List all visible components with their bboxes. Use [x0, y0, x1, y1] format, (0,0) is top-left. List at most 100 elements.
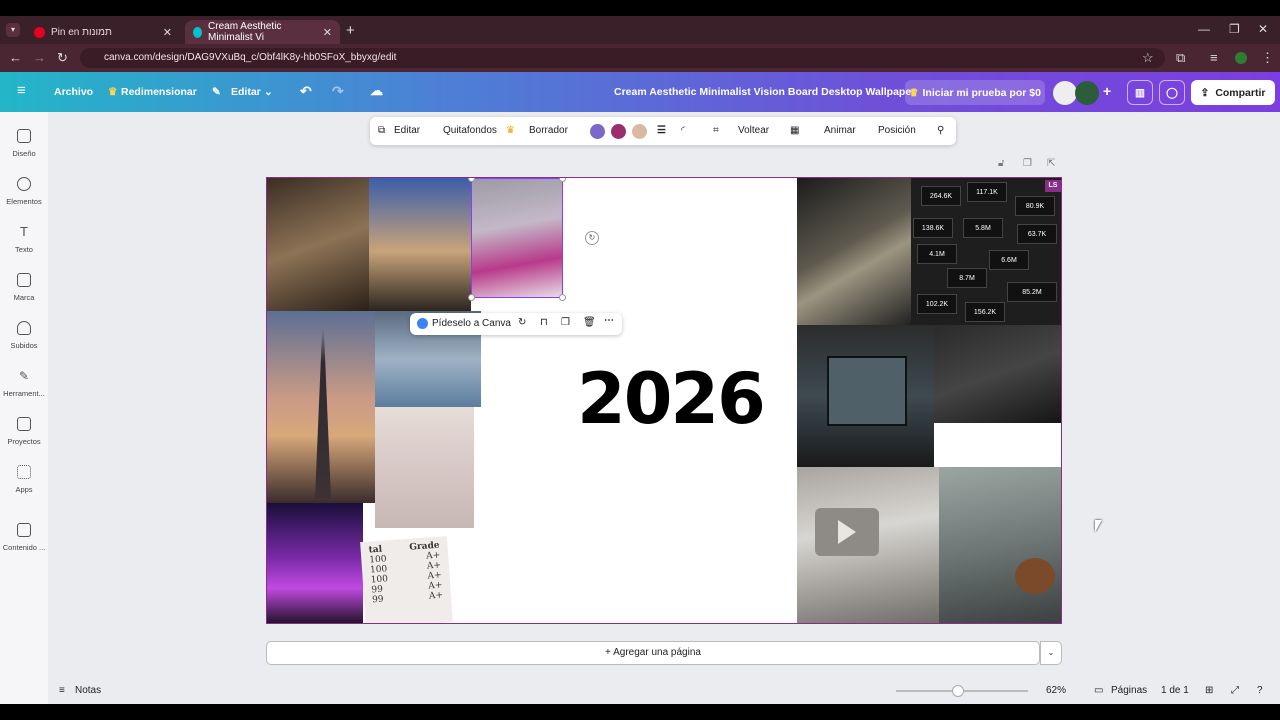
ask-canva-button[interactable]: Pídeselo a Canva [432, 318, 511, 329]
collaborator-avatar[interactable] [1053, 81, 1077, 105]
sidebar-item-apps[interactable]: Apps [0, 465, 48, 494]
resize-handle[interactable] [559, 178, 566, 182]
browser-menu-icon[interactable]: ⋮ [1261, 50, 1274, 66]
notes-button[interactable]: Notas [75, 685, 101, 696]
lock-icon[interactable]: ⊓ [540, 317, 548, 328]
cloud-save-icon[interactable]: ☁ [370, 83, 383, 99]
zoom-level[interactable]: 62% [1046, 685, 1066, 696]
sidebar-item-label: Elementos [6, 197, 42, 206]
stat-value: 138.6K [921, 225, 945, 232]
photo-camera[interactable] [934, 325, 1061, 423]
eraser-button[interactable]: Borrador [529, 125, 568, 136]
sidebar-item-design[interactable]: Diseño [0, 129, 48, 158]
share-button[interactable]: ⇪ Compartir [1191, 80, 1275, 105]
minimize-icon[interactable]: — [1198, 22, 1210, 36]
resize-handle[interactable] [468, 294, 475, 301]
resize-button[interactable]: Redimensionar [121, 86, 197, 98]
sidebar-item-label: Subidos [10, 341, 38, 350]
close-tab-icon[interactable]: ✕ [323, 26, 332, 39]
start-trial-button[interactable]: ♛ Iniciar mi prueba por $0 [905, 80, 1045, 105]
sidebar-item-brand[interactable]: Marca [0, 273, 48, 302]
undo-icon[interactable]: ↶ [300, 83, 312, 100]
add-page-icon[interactable]: ⇱ [1047, 158, 1055, 169]
tab-search-icon[interactable]: ▾ [6, 23, 20, 37]
crown-icon: ♛ [909, 86, 919, 99]
photo-money-bag[interactable] [797, 178, 911, 325]
url-field[interactable]: canva.com/design/DAG9VXuBq_c/Obf4lK8y-hb… [80, 48, 1165, 68]
photo-play-button-cake[interactable] [939, 467, 1061, 623]
hamburger-menu-icon[interactable]: ≡ [17, 82, 26, 99]
border-style-icon[interactable]: ☰ [657, 125, 666, 136]
redo-icon[interactable]: ↷ [332, 83, 344, 100]
more-options-icon[interactable]: ⋯ [604, 315, 614, 326]
pencil-icon: ✎ [212, 86, 221, 98]
tab-pinterest[interactable]: Pin en תמונות ✕ [26, 20, 180, 44]
animate-button[interactable]: Animar [824, 125, 856, 136]
position-button[interactable]: Posición [878, 125, 916, 136]
design-title[interactable]: Cream Aesthetic Minimalist Vision Board … [614, 86, 915, 98]
photo-grades[interactable]: tal Grade 100 A+ 100 A+ 100 A+ 99 A+ 99 A+ [360, 536, 453, 623]
delete-icon[interactable]: 🗑︎ [583, 317, 596, 328]
reload-icon[interactable]: ↻ [57, 50, 68, 66]
help-icon[interactable]: ? [1257, 685, 1263, 696]
sidebar-item-uploads[interactable]: Subidos [0, 321, 48, 350]
flip-button[interactable]: Voltear [738, 125, 769, 136]
crop-icon[interactable]: ⌗ [713, 125, 719, 136]
back-icon[interactable]: ← [9, 50, 22, 65]
sidebar-item-tools[interactable]: ✎ Herrament... [0, 369, 48, 398]
bookmark-star-icon[interactable]: ☆ [1142, 50, 1154, 66]
add-collaborator-icon[interactable]: + [1103, 83, 1111, 99]
extensions-icon[interactable]: ⧉ [1176, 50, 1185, 66]
duplicate-icon[interactable]: ❐ [561, 317, 570, 328]
copy-style-icon[interactable]: ⚲ [937, 125, 944, 136]
sidebar-item-content[interactable]: Contenido ... [0, 523, 48, 552]
photo-concert[interactable] [267, 503, 363, 623]
duplicate-page-icon[interactable]: ❐ [1023, 158, 1032, 169]
transparency-icon[interactable]: ▦ [790, 125, 800, 136]
close-window-icon[interactable]: ✕ [1258, 22, 1268, 36]
color-swatch-2[interactable] [611, 124, 626, 139]
design-canvas[interactable]: tal Grade 100 A+ 100 A+ 100 A+ 99 A+ 99 A+ 202… [266, 177, 1062, 624]
add-page-button[interactable]: + Agregar una página [266, 641, 1040, 665]
regenerate-icon[interactable]: ↻ [518, 317, 526, 328]
pages-button[interactable]: Páginas [1111, 685, 1147, 696]
file-menu[interactable]: Archivo [54, 86, 93, 98]
color-swatch-3[interactable] [632, 124, 647, 139]
insights-icon[interactable]: ▥ [1127, 80, 1153, 105]
sidebar-item-projects[interactable]: Proyectos [0, 417, 48, 446]
editor-footer: ≡ Notas 62% ▭ Páginas 1 de 1 ⊞ ⤢ ? [48, 678, 1280, 704]
background-remover-button[interactable]: Quitafondos [443, 125, 497, 136]
lock-icon[interactable]: 🔓︎ [998, 158, 1004, 169]
tab-canva[interactable]: Cream Aesthetic Minimalist Vi ✕ [185, 20, 340, 44]
close-tab-icon[interactable]: ✕ [163, 26, 172, 39]
resize-handle[interactable] [559, 294, 566, 301]
maximize-icon[interactable]: ❐ [1229, 22, 1240, 36]
color-swatch-1[interactable] [590, 124, 605, 139]
comment-icon[interactable]: ◯ [1159, 80, 1185, 105]
new-tab-icon[interactable]: + [346, 22, 355, 39]
sidebar-item-label: Marca [13, 293, 35, 302]
sidebar-item-elements[interactable]: Elementos [0, 177, 48, 206]
edit-mode-button[interactable]: Editar [231, 86, 261, 98]
corner-rounding-icon[interactable]: ◜ [681, 125, 685, 136]
chevron-down-icon[interactable]: ⌄ [1040, 641, 1062, 665]
photo-money-hand[interactable] [267, 178, 369, 311]
edit-image-icon: ⧉ [378, 125, 386, 136]
stat-card: 264.6K [921, 186, 961, 206]
fullscreen-icon[interactable]: ⤢ [1231, 685, 1239, 696]
zoom-slider-thumb[interactable] [952, 685, 964, 697]
stat-value: 80.9K [1025, 203, 1045, 210]
text-icon: T [20, 224, 28, 239]
photo-airport[interactable] [369, 178, 471, 311]
photo-pilates[interactable] [375, 407, 474, 528]
sidebar-item-text[interactable]: T Texto [0, 224, 48, 255]
rotate-icon[interactable]: ↻ [585, 231, 599, 245]
edit-image-button[interactable]: Editar [394, 125, 420, 136]
profile-avatar[interactable] [1235, 52, 1247, 64]
year-heading[interactable]: 2026 [577, 358, 766, 440]
chevron-down-icon: ⌄ [264, 86, 273, 98]
media-icon[interactable]: ≡ [1210, 50, 1218, 65]
collaborator-avatar[interactable] [1075, 81, 1099, 105]
grid-view-icon[interactable]: ⊞ [1205, 685, 1213, 696]
forward-icon[interactable]: → [33, 50, 46, 65]
